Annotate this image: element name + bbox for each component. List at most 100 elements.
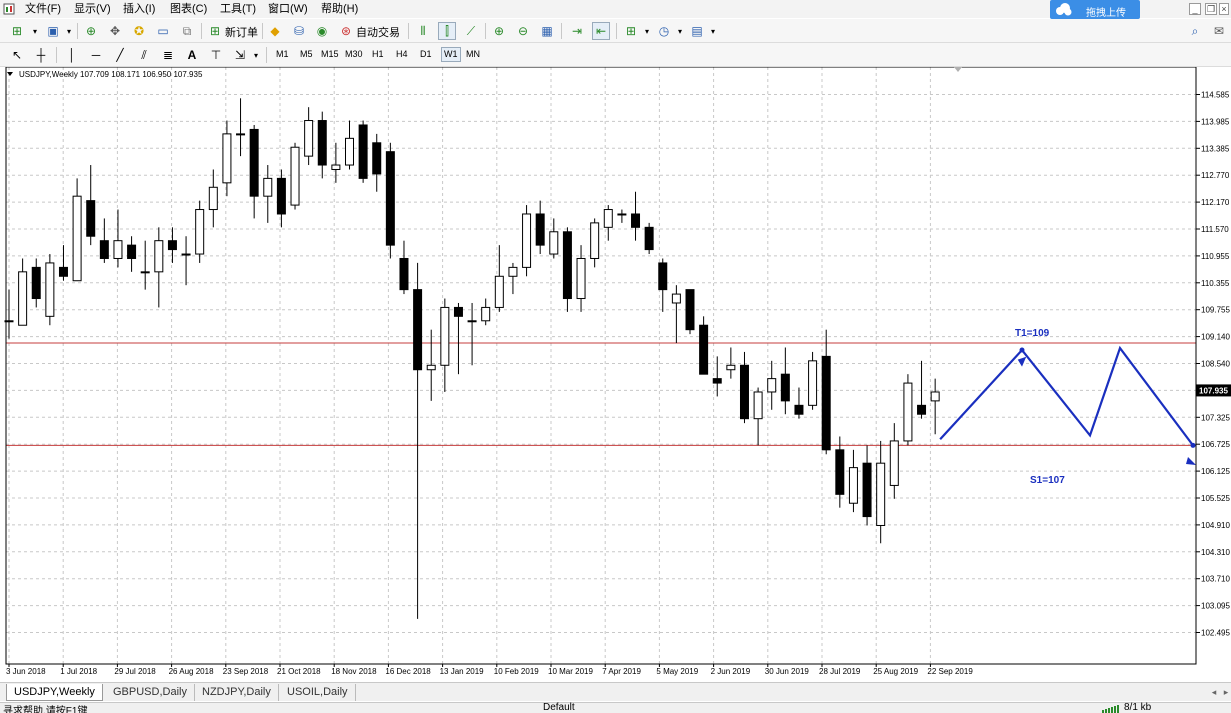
text-label-icon[interactable]: ⊤ bbox=[207, 46, 225, 64]
fibonacci-icon[interactable]: ≣ bbox=[159, 46, 177, 64]
connection-bars-icon bbox=[1102, 705, 1119, 713]
y-tick-label: 105.525 bbox=[1201, 494, 1230, 503]
menu-tools[interactable]: 工具(T) bbox=[220, 2, 256, 16]
navigator-icon[interactable]: ✪ bbox=[130, 22, 148, 40]
upload-button[interactable]: 拖拽上传 bbox=[1050, 0, 1140, 19]
search-icon[interactable]: ⌕ bbox=[1186, 22, 1204, 40]
dropdown-arrow-icon[interactable]: ▾ bbox=[671, 22, 689, 40]
tab-usoil-daily[interactable]: USOIL,Daily bbox=[280, 684, 356, 701]
timeframe-mn[interactable]: MN bbox=[466, 49, 480, 59]
timeframe-m1[interactable]: M1 bbox=[276, 49, 289, 59]
candle bbox=[808, 351, 818, 410]
candle bbox=[86, 165, 96, 246]
equidistant-channel-icon[interactable]: ⫽ bbox=[135, 46, 153, 64]
toolbar-separator bbox=[561, 23, 562, 39]
chat-bubble-icon[interactable]: ✉ bbox=[1210, 22, 1228, 40]
toolbar-separator bbox=[266, 47, 267, 63]
vertical-line-icon[interactable]: │ bbox=[63, 46, 81, 64]
menu-insert[interactable]: 插入(I) bbox=[123, 2, 155, 16]
candle bbox=[317, 111, 327, 179]
candle bbox=[304, 107, 314, 166]
candle-body-bear bbox=[385, 151, 395, 246]
line-chart-icon[interactable]: ⟋ bbox=[462, 22, 480, 40]
timeframe-m30[interactable]: M30 bbox=[345, 49, 363, 59]
candle-body-bull bbox=[549, 231, 559, 255]
new-order-button[interactable]: 新订单 bbox=[225, 24, 258, 40]
projection-path[interactable] bbox=[939, 345, 1194, 447]
candlestick-icon[interactable]: ⫿ bbox=[438, 22, 456, 40]
chat-icon[interactable]: ◉ bbox=[313, 22, 331, 40]
timeframe-h4[interactable]: H4 bbox=[396, 49, 408, 59]
zoom-out-icon[interactable]: ⊖ bbox=[514, 22, 532, 40]
toolbar-separator bbox=[77, 23, 78, 39]
candle-body-bull bbox=[72, 195, 82, 282]
terminal-icon[interactable]: ▭ bbox=[154, 22, 172, 40]
candlestick-chart[interactable]: T1=109 S1=107 114.585 113.985 113.385 112.77… bbox=[0, 67, 1231, 682]
candle-body-bear bbox=[917, 404, 927, 415]
close-icon[interactable]: × bbox=[1219, 3, 1229, 15]
menu-window[interactable]: 窗口(W) bbox=[268, 2, 308, 16]
status-profile: Default bbox=[543, 702, 575, 713]
menu-file[interactable]: 文件(F) bbox=[25, 2, 61, 16]
candle-body-bull bbox=[576, 257, 586, 300]
candle bbox=[345, 120, 354, 170]
tile-icon[interactable]: ▦ bbox=[538, 22, 556, 40]
candle-body-bull bbox=[290, 146, 300, 206]
auto-trade-button[interactable]: 自动交易 bbox=[356, 24, 400, 40]
cursor-icon[interactable]: ↖ bbox=[8, 46, 26, 64]
chart-shift-icon[interactable]: ⇤ bbox=[592, 22, 610, 40]
tab-usdjpy-weekly[interactable]: USDJPY,Weekly bbox=[6, 684, 103, 701]
tab-nzdjpy-daily[interactable]: NZDJPY,Daily bbox=[195, 684, 279, 701]
dropdown-arrow-icon[interactable]: ▾ bbox=[60, 22, 78, 40]
data-window-icon[interactable]: ✥ bbox=[106, 22, 124, 40]
candle-body-bear bbox=[399, 257, 409, 291]
chart-grid bbox=[6, 67, 1196, 664]
status-help-text: 寻求帮助,请按F1键 bbox=[3, 706, 88, 713]
crosshair-icon[interactable]: ┼ bbox=[32, 46, 50, 64]
minimize-icon[interactable]: _ bbox=[1189, 3, 1201, 15]
chart-window[interactable]: T1=109 S1=107 114.585 113.985 113.385 112.77… bbox=[0, 67, 1231, 682]
y-tick-label: 102.495 bbox=[1201, 629, 1230, 638]
signals-icon[interactable]: ⛁ bbox=[290, 22, 308, 40]
strategy-tester-icon[interactable]: ⧉ bbox=[178, 22, 196, 40]
dropdown-arrow-icon[interactable]: ▾ bbox=[704, 22, 722, 40]
candle bbox=[699, 316, 709, 375]
trendline-icon[interactable]: ╱ bbox=[111, 46, 129, 64]
menu-help[interactable]: 帮助(H) bbox=[321, 2, 358, 16]
new-chart-icon[interactable]: ⊞ bbox=[8, 22, 26, 40]
candle-body-bear bbox=[31, 266, 41, 300]
market-watch-icon[interactable]: ⊕ bbox=[82, 22, 100, 40]
dropdown-arrow-icon[interactable]: ▾ bbox=[247, 46, 265, 64]
dropdown-arrow-icon[interactable]: ▾ bbox=[26, 22, 44, 40]
candle-body-bear bbox=[127, 244, 137, 259]
candle-body-bear bbox=[249, 128, 259, 197]
metaeditor-icon[interactable]: ◆ bbox=[266, 22, 284, 40]
timeframe-m5[interactable]: M5 bbox=[300, 49, 313, 59]
new-order-icon[interactable]: ⊞ bbox=[206, 22, 224, 40]
autotrading-icon[interactable]: ⊛ bbox=[337, 22, 355, 40]
tab-gbpusd-daily[interactable]: GBPUSD,Daily bbox=[106, 684, 195, 701]
candle-body-bear bbox=[739, 364, 749, 420]
bar-chart-icon[interactable]: ⫴ bbox=[414, 22, 432, 40]
zoom-in-icon[interactable]: ⊕ bbox=[490, 22, 508, 40]
timeframe-d1[interactable]: D1 bbox=[420, 49, 432, 59]
text-icon[interactable]: A bbox=[183, 46, 201, 64]
restore-icon[interactable]: ❐ bbox=[1205, 3, 1217, 15]
y-tick-label: 109.755 bbox=[1201, 306, 1230, 315]
horizontal-line-icon[interactable]: ─ bbox=[87, 46, 105, 64]
candle bbox=[127, 236, 137, 272]
timeframe-m15[interactable]: M15 bbox=[321, 49, 339, 59]
timeframe-w1[interactable]: W1 bbox=[441, 47, 461, 62]
y-tick-label: 109.140 bbox=[1201, 333, 1230, 342]
timeframe-h1[interactable]: H1 bbox=[372, 49, 384, 59]
dropdown-arrow-icon[interactable]: ▾ bbox=[638, 22, 656, 40]
autoscroll-icon[interactable]: ⇥ bbox=[568, 22, 586, 40]
tab-scroll-right-icon[interactable]: ▸ bbox=[1217, 683, 1231, 701]
candle bbox=[658, 258, 668, 312]
candle-body-bear bbox=[712, 378, 722, 384]
candle-body-bear bbox=[821, 355, 831, 451]
menu-charts[interactable]: 图表(C) bbox=[170, 2, 207, 16]
candle bbox=[481, 298, 491, 326]
menu-view[interactable]: 显示(V) bbox=[74, 2, 111, 16]
y-tick-label: 103.095 bbox=[1201, 602, 1230, 611]
